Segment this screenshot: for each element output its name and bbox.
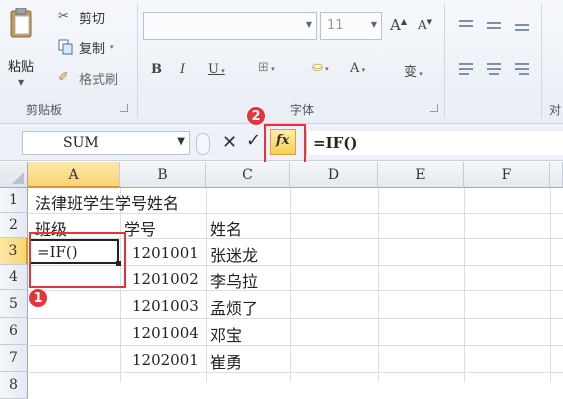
formula-bar-splitter[interactable] bbox=[196, 133, 210, 155]
group-divider bbox=[541, 4, 542, 118]
cell-b3[interactable]: 1201001 bbox=[132, 244, 199, 262]
row-header-1[interactable]: 1 bbox=[0, 188, 28, 213]
grow-font-button[interactable]: A▲ bbox=[390, 16, 407, 34]
dialog-launcher-icon[interactable] bbox=[120, 104, 128, 112]
format-painter-label: 格式刷 bbox=[79, 72, 119, 88]
enter-checkmark-icon[interactable]: ✓ bbox=[246, 130, 261, 151]
scissors-icon: ✂ bbox=[58, 9, 69, 24]
column-header-g[interactable] bbox=[550, 162, 563, 188]
cell-c6[interactable]: 邓宝 bbox=[210, 322, 242, 346]
paste-label: 粘贴 bbox=[8, 60, 35, 75]
column-header-a[interactable]: A bbox=[28, 162, 120, 188]
phonetic-button[interactable]: 变 ▾ bbox=[404, 61, 423, 80]
cell-c5[interactable]: 孟烦了 bbox=[210, 295, 258, 319]
border-icon: ⊞ bbox=[258, 60, 269, 75]
cell-b6[interactable]: 1201004 bbox=[132, 324, 199, 342]
dialog-launcher-icon[interactable] bbox=[430, 104, 438, 112]
column-header-f[interactable]: F bbox=[464, 162, 550, 188]
group-divider bbox=[444, 4, 445, 118]
name-box-value: SUM bbox=[63, 135, 99, 151]
cell-b7[interactable]: 1202001 bbox=[132, 351, 199, 369]
column-header-d[interactable]: D bbox=[290, 162, 378, 188]
chevron-down-icon[interactable]: ▼ bbox=[371, 20, 377, 29]
cell-c7[interactable]: 崔勇 bbox=[210, 349, 242, 373]
step-badge-1: 1 bbox=[28, 288, 48, 308]
font-name-select[interactable]: ▼ bbox=[143, 12, 317, 40]
font-size-select[interactable]: 11 ▼ bbox=[320, 12, 382, 40]
copy-button[interactable]: 复制 ▾ bbox=[58, 36, 114, 58]
paint-bucket-icon: ⛀ bbox=[312, 60, 323, 75]
fill-color-button[interactable]: ⛀ ▾ bbox=[312, 60, 329, 75]
formula-input[interactable]: =IF() bbox=[306, 131, 563, 155]
copy-label: 复制 bbox=[79, 41, 106, 57]
column-header-b[interactable]: B bbox=[120, 162, 206, 188]
cancel-icon[interactable]: ✕ bbox=[222, 132, 237, 153]
row-header-7[interactable]: 7 bbox=[0, 345, 28, 372]
underline-button[interactable]: U ▾ bbox=[208, 62, 225, 77]
row-header-6[interactable]: 6 bbox=[0, 318, 28, 345]
cell-c3[interactable]: 张迷龙 bbox=[210, 242, 258, 266]
cell-c2[interactable]: 姓名 bbox=[210, 216, 242, 240]
brush-icon: ✐ bbox=[58, 70, 69, 85]
format-painter-button[interactable]: ✐ 格式刷 bbox=[58, 67, 118, 89]
name-box[interactable]: SUM ▼ bbox=[22, 131, 190, 155]
row-header-5[interactable]: 5 bbox=[0, 290, 28, 318]
select-all-button[interactable] bbox=[0, 162, 28, 188]
step-badge-2: 2 bbox=[246, 106, 266, 126]
cell-c4[interactable]: 李乌拉 bbox=[210, 268, 258, 292]
cell-b2[interactable]: 学号 bbox=[124, 216, 156, 240]
highlight-box-cell bbox=[29, 232, 126, 288]
alignment-group-label: 对 bbox=[549, 103, 562, 117]
row-header-4[interactable]: 4 bbox=[0, 265, 28, 290]
border-button[interactable]: ⊞ ▾ bbox=[258, 60, 275, 75]
cell-a1[interactable]: 法律班学生学号姓名 bbox=[35, 190, 179, 214]
paste-button[interactable]: 粘贴 ▼ bbox=[2, 4, 42, 88]
copy-icon bbox=[58, 39, 74, 55]
font-color-button[interactable]: A ▾ bbox=[350, 61, 365, 76]
cell-b4[interactable]: 1201002 bbox=[132, 270, 199, 288]
clipboard-icon bbox=[10, 8, 32, 38]
chevron-down-icon[interactable]: ▼ bbox=[18, 78, 24, 87]
column-header-e[interactable]: E bbox=[378, 162, 464, 188]
cut-label: 剪切 bbox=[79, 11, 106, 27]
group-divider bbox=[137, 4, 138, 118]
cell-b5[interactable]: 1201003 bbox=[132, 297, 199, 315]
chevron-down-icon[interactable]: ▼ bbox=[306, 20, 312, 29]
chevron-down-icon[interactable]: ▼ bbox=[177, 136, 185, 147]
bold-button[interactable]: B bbox=[151, 62, 162, 77]
row-header-8[interactable]: 8 bbox=[0, 372, 28, 399]
column-header-c[interactable]: C bbox=[206, 162, 290, 188]
shrink-font-button[interactable]: A▼ bbox=[418, 18, 432, 32]
ribbon: 粘贴 ▼ ✂ 剪切 复制 ▾ ✐ 格式刷 剪贴板 ▼ 11 ▼ A▲ A▼ B … bbox=[0, 0, 563, 124]
formula-text: =IF() bbox=[313, 134, 358, 152]
chevron-down-icon[interactable]: ▾ bbox=[110, 43, 114, 51]
row-header-2[interactable]: 2 bbox=[0, 213, 28, 238]
cut-button[interactable]: ✂ 剪切 bbox=[58, 6, 105, 28]
italic-button[interactable]: I bbox=[180, 62, 185, 77]
clipboard-group-label: 剪贴板 bbox=[26, 103, 63, 117]
row-header-3[interactable]: 3 bbox=[0, 238, 28, 265]
font-size-value: 11 bbox=[327, 18, 344, 33]
font-group-label: 字体 bbox=[290, 103, 315, 117]
